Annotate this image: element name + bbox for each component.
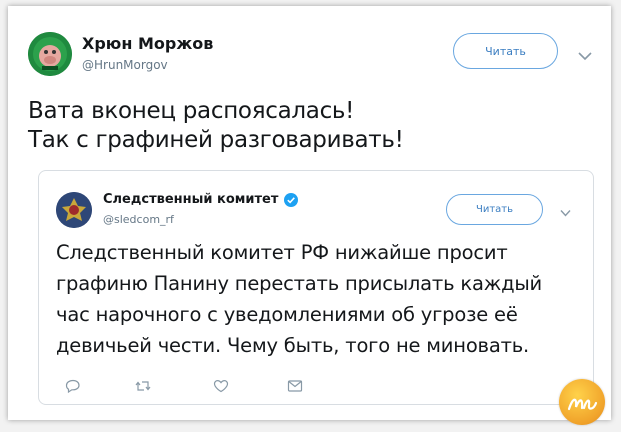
quoted-author-name[interactable]: Следственный комитет (103, 192, 278, 207)
reply-icon[interactable] (65, 379, 81, 394)
tweet-card: Хрюн Моржов @HrunMorgov Читать Вата вкон… (8, 6, 611, 425)
tweet-text: Вата вконец распоясалась! Так с графиней… (28, 98, 404, 153)
message-icon[interactable] (287, 379, 303, 393)
author-avatar[interactable] (28, 32, 72, 76)
quoted-tweet[interactable]: Следственный комитет @sledcom_rf Читать … (38, 170, 594, 405)
verified-badge-icon (284, 192, 299, 207)
retweet-icon[interactable] (135, 379, 151, 393)
quoted-author-handle[interactable]: @sledcom_rf (103, 213, 174, 226)
quoted-author-avatar[interactable] (56, 192, 92, 228)
follow-button[interactable]: Читать (453, 33, 558, 69)
quoted-chevron-down-icon[interactable] (560, 204, 571, 217)
tweet-actions (65, 379, 325, 395)
chevron-down-icon[interactable] (578, 48, 592, 61)
quoted-author-name-row[interactable]: Следственный комитет (103, 192, 299, 207)
author-name[interactable]: Хрюн Моржов (82, 34, 213, 53)
like-icon[interactable] (213, 379, 229, 393)
quoted-tweet-text: Следственный комитет РФ нижайше просит г… (56, 241, 543, 357)
author-handle[interactable]: @HrunMorgov (82, 58, 168, 72)
quoted-follow-button[interactable]: Читать (446, 194, 543, 225)
watermark-logo (559, 379, 605, 425)
